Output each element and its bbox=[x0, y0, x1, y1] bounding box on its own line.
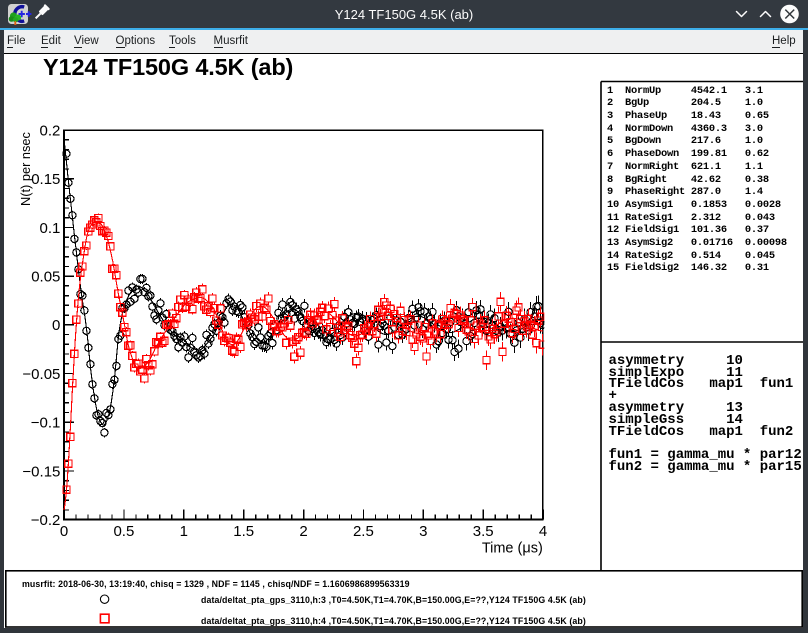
svg-text:3: 3 bbox=[419, 523, 427, 540]
svg-text:2.5: 2.5 bbox=[353, 523, 374, 540]
svg-text:2: 2 bbox=[299, 523, 307, 540]
svg-text:0: 0 bbox=[60, 523, 68, 540]
svg-text:0.05: 0.05 bbox=[31, 269, 60, 286]
svg-text:0.15: 0.15 bbox=[31, 171, 60, 188]
svg-text:1: 1 bbox=[180, 523, 188, 540]
svg-text:−0.2: −0.2 bbox=[31, 512, 61, 529]
svg-text:4: 4 bbox=[539, 523, 547, 540]
svg-text:−0.1: −0.1 bbox=[31, 415, 61, 432]
svg-text:0.5: 0.5 bbox=[113, 523, 134, 540]
svg-text:0.2: 0.2 bbox=[40, 122, 61, 139]
svg-text:3.5: 3.5 bbox=[473, 523, 494, 540]
svg-text:−0.05: −0.05 bbox=[22, 366, 60, 383]
svg-text:0.1: 0.1 bbox=[40, 220, 61, 237]
svg-text:Time (μs): Time (μs) bbox=[482, 541, 543, 557]
svg-text:N(t) per nsec: N(t) per nsec bbox=[18, 131, 33, 206]
svg-text:−0.15: −0.15 bbox=[22, 463, 60, 480]
svg-text:0: 0 bbox=[52, 317, 60, 334]
svg-text:1.5: 1.5 bbox=[233, 523, 254, 540]
